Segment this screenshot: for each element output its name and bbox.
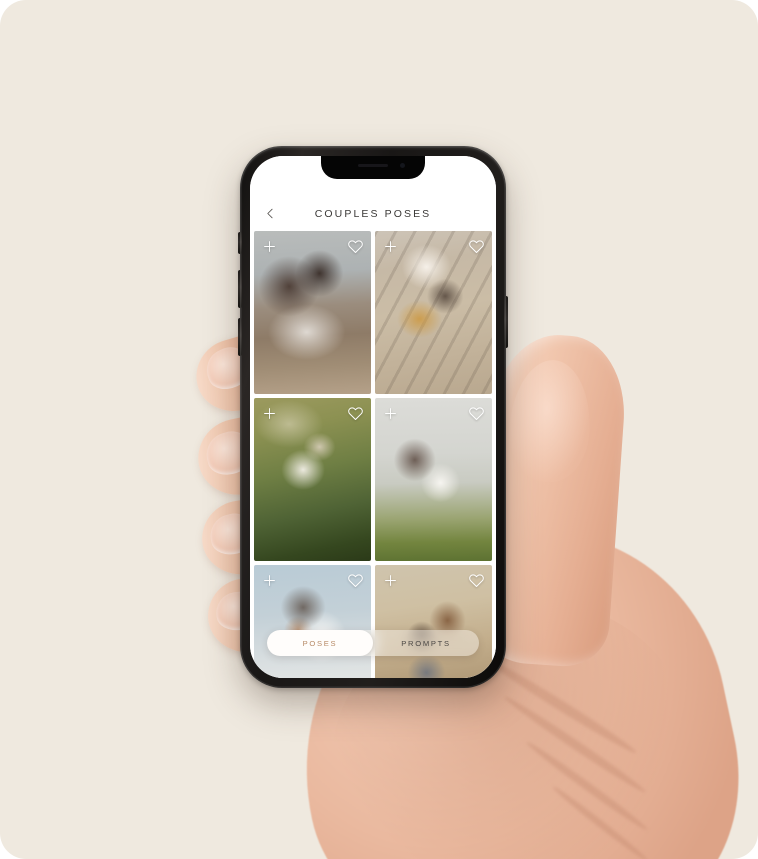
plus-icon[interactable] bbox=[382, 405, 399, 422]
heart-outline-icon[interactable] bbox=[468, 405, 485, 422]
pose-card[interactable] bbox=[254, 565, 371, 678]
plus-icon[interactable] bbox=[382, 238, 399, 255]
pose-card[interactable] bbox=[254, 398, 371, 561]
plus-icon[interactable] bbox=[261, 405, 278, 422]
tab-prompts[interactable]: PROMPTS bbox=[373, 630, 479, 656]
volume-down-button[interactable] bbox=[238, 318, 242, 356]
heart-outline-icon[interactable] bbox=[468, 238, 485, 255]
back-button[interactable] bbox=[259, 202, 281, 224]
pose-card[interactable] bbox=[375, 565, 492, 678]
tab-poses[interactable]: POSES bbox=[267, 630, 373, 656]
pose-card[interactable] bbox=[375, 231, 492, 394]
pose-card[interactable] bbox=[254, 231, 371, 394]
device-notch bbox=[321, 156, 425, 179]
pose-photo bbox=[375, 398, 492, 561]
phone-device: COUPLES POSES POSES PROMPTS bbox=[238, 146, 508, 688]
plus-icon[interactable] bbox=[261, 238, 278, 255]
power-button[interactable] bbox=[504, 296, 508, 348]
pose-photo bbox=[375, 231, 492, 394]
heart-outline-icon[interactable] bbox=[347, 572, 364, 589]
plus-icon[interactable] bbox=[261, 572, 278, 589]
page-title: COUPLES POSES bbox=[314, 208, 432, 220]
chevron-left-icon bbox=[264, 207, 277, 220]
heart-outline-icon[interactable] bbox=[347, 238, 364, 255]
silent-switch-button[interactable] bbox=[238, 232, 242, 254]
heart-outline-icon[interactable] bbox=[347, 405, 364, 422]
screenshot-canvas: COUPLES POSES POSES PROMPTS bbox=[0, 0, 758, 859]
heart-outline-icon[interactable] bbox=[468, 572, 485, 589]
pose-photo bbox=[254, 398, 371, 561]
pose-card[interactable] bbox=[375, 398, 492, 561]
volume-up-button[interactable] bbox=[238, 270, 242, 308]
front-camera bbox=[400, 163, 405, 168]
plus-icon[interactable] bbox=[382, 572, 399, 589]
poses-prompts-toggle[interactable]: POSES PROMPTS bbox=[267, 630, 479, 656]
phone-screen: COUPLES POSES POSES PROMPTS bbox=[250, 156, 496, 678]
pose-photo bbox=[254, 231, 371, 394]
earpiece-speaker bbox=[358, 164, 388, 167]
poses-photo-grid[interactable] bbox=[250, 231, 496, 678]
